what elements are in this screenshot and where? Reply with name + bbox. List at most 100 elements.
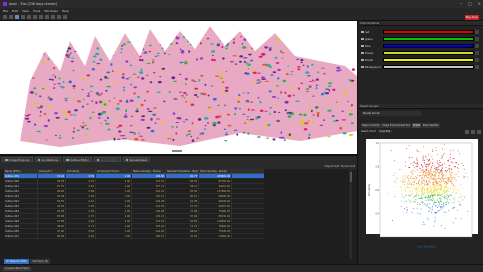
zoom-icon[interactable] xyxy=(471,129,475,134)
menu-windows[interactable]: Windows xyxy=(44,9,57,13)
nucleus-outline xyxy=(156,91,161,93)
nucleus-outline xyxy=(196,58,199,61)
nucleus-outline xyxy=(34,123,37,126)
pan-icon[interactable] xyxy=(21,15,25,19)
channel-row[interactable]: Tissue xyxy=(361,50,479,56)
tab-annotations[interactable]: Annotations xyxy=(34,157,62,162)
results-table: Name (3021) Area (µm²) Circularity Componen… xyxy=(4,169,264,239)
tab-image-explorer[interactable]: Image Explorer xyxy=(2,157,33,162)
scatter-point xyxy=(450,175,452,177)
image-viewer[interactable] xyxy=(0,21,357,154)
buy-button[interactable]: Buy Axon xyxy=(465,15,479,20)
cursor-icon[interactable] xyxy=(465,129,469,134)
column-header[interactable]: Mean Intensity - Nuclei xyxy=(132,169,166,173)
zoom-out-icon[interactable] xyxy=(33,15,37,19)
scatter-point xyxy=(422,223,424,225)
table-scrollbar[interactable] xyxy=(349,169,352,259)
nucleus-outline xyxy=(70,60,74,63)
scatter-point xyxy=(404,181,406,183)
tab-spreadsheet[interactable]: Spreadsheet xyxy=(122,157,150,162)
channel-color-swatch[interactable] xyxy=(383,30,474,34)
scatter-point xyxy=(416,177,418,179)
scatter-point xyxy=(431,200,433,202)
nucleus-outline xyxy=(129,131,132,133)
settings-icon[interactable] xyxy=(45,15,49,19)
channel-visibility-checkbox[interactable] xyxy=(361,51,364,55)
export-icon[interactable] xyxy=(477,129,481,134)
column-header[interactable]: Circularity xyxy=(66,169,96,173)
scatter-point xyxy=(428,164,430,166)
rectangle-tool-icon[interactable] xyxy=(51,15,55,19)
channel-color-swatch[interactable] xyxy=(383,44,474,48)
channel-row[interactable]: red xyxy=(361,29,479,35)
scatter-plot[interactable]: 0 50 100 150 200 250 0.2 0.4 0.6 0.8 1.0 Mean Inten… xyxy=(366,139,478,249)
column-header[interactable]: Component Count xyxy=(96,169,132,173)
channel-settings-icon[interactable] xyxy=(475,65,479,69)
scatter-point xyxy=(425,155,427,157)
channel-visibility-checkbox[interactable] xyxy=(361,44,364,48)
channel-row[interactable]: blue xyxy=(361,43,479,49)
channel-settings-icon[interactable] xyxy=(475,37,479,41)
channel-settings-icon[interactable] xyxy=(475,51,479,55)
tab-pixel-classifier[interactable]: Pixel Classifier xyxy=(421,123,440,128)
menu-view[interactable]: View xyxy=(22,9,29,13)
column-header[interactable]: Standard Deviation - Nuclei xyxy=(166,169,199,173)
minimize-icon[interactable]: – xyxy=(460,1,462,6)
channel-color-swatch[interactable] xyxy=(383,51,474,55)
channel-visibility-checkbox[interactable] xyxy=(361,58,364,62)
menu-edit[interactable]: Edit xyxy=(12,9,18,13)
channel-row[interactable]: Background xyxy=(361,64,479,70)
scatter-point xyxy=(430,188,432,190)
nucleus-outline xyxy=(346,100,349,103)
close-icon[interactable]: × xyxy=(478,1,481,6)
chart-type-select[interactable]: Scat Plot xyxy=(377,130,393,133)
scatter-point xyxy=(427,198,429,200)
selected-point-marker[interactable] xyxy=(437,169,441,173)
scrollbar-thumb[interactable] xyxy=(349,172,352,182)
tab-image-enhancement[interactable]: Image Enhancement Tool xyxy=(381,123,412,128)
channel-row[interactable]: green xyxy=(361,36,479,42)
scatter-point xyxy=(436,168,438,170)
channel-settings-icon[interactable] xyxy=(475,30,479,34)
nucleus-outline xyxy=(275,38,280,42)
column-header[interactable]: Area (µm²) xyxy=(38,169,66,173)
menu-tools[interactable]: Tools xyxy=(33,9,40,13)
viewer-scroll-indicator[interactable] xyxy=(172,150,182,152)
tab-charts[interactable]: Charts xyxy=(411,123,422,128)
menu-help[interactable]: Help xyxy=(62,9,69,13)
channel-settings-icon[interactable] xyxy=(475,58,479,62)
channel-color-swatch[interactable] xyxy=(383,58,474,62)
row-name-cell: Outline 943 xyxy=(4,194,38,198)
nucleus-outline xyxy=(303,113,307,117)
menu-file[interactable]: File xyxy=(3,9,8,13)
polygon-tool-icon[interactable] xyxy=(57,15,61,19)
channel-visibility-checkbox[interactable] xyxy=(361,37,364,41)
pointer-icon[interactable] xyxy=(15,15,19,19)
row-value-cell: 0.82 xyxy=(66,209,96,213)
scatter-point xyxy=(439,198,441,200)
nucleus-outline xyxy=(349,109,354,112)
tab-outline-editor[interactable]: Outline Editor xyxy=(63,157,92,162)
channel-visibility-checkbox[interactable] xyxy=(361,30,364,34)
table-row[interactable]: Outline 951 80.86 0.62 1.00 140.37 55.09 79560… xyxy=(4,234,264,239)
channel-visibility-checkbox[interactable] xyxy=(361,65,364,69)
tab-region-controls[interactable]: Region Controls xyxy=(361,123,381,128)
column-header[interactable]: Total Intensity - Nuclei xyxy=(199,169,232,173)
fit-icon[interactable] xyxy=(39,15,43,19)
brush-tool-icon[interactable] xyxy=(63,15,67,19)
nucleus-outline xyxy=(317,114,319,117)
channel-row[interactable]: Nuclei xyxy=(361,57,479,63)
open-icon[interactable] xyxy=(3,15,7,19)
scatter-point xyxy=(441,180,442,182)
scatter-point xyxy=(438,165,440,167)
tab-count-editor[interactable]: Count Editor xyxy=(93,157,121,162)
maximize-icon[interactable]: □ xyxy=(468,1,472,6)
save-icon[interactable] xyxy=(9,15,13,19)
column-header[interactable]: Name (3021) xyxy=(4,169,38,173)
channel-settings-icon[interactable] xyxy=(475,44,479,48)
groups-select[interactable]: Nuclei Count xyxy=(361,111,421,116)
channel-color-swatch[interactable] xyxy=(383,65,474,69)
zoom-in-icon[interactable] xyxy=(27,15,31,19)
channel-color-swatch[interactable] xyxy=(383,37,474,41)
scatter-point xyxy=(422,185,424,187)
